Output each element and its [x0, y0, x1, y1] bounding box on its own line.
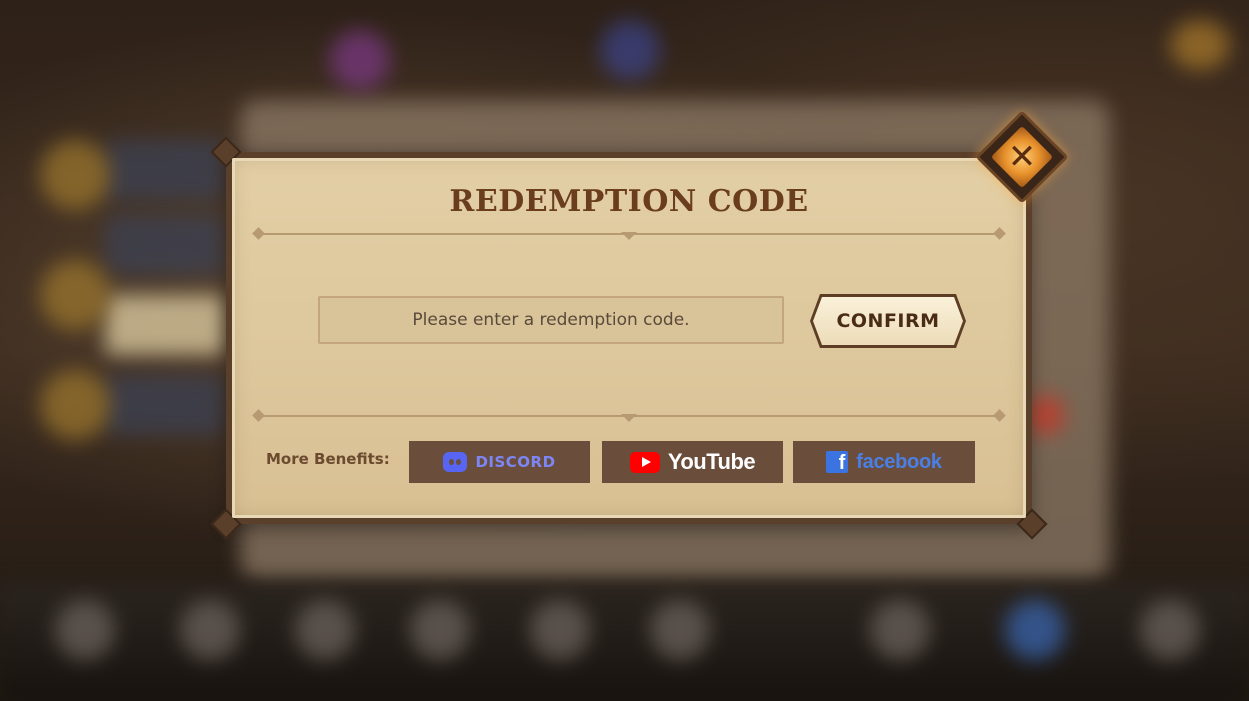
youtube-icon — [629, 451, 660, 473]
background-bottom-icon — [870, 600, 930, 660]
confirm-button[interactable]: CONFIRM — [810, 294, 966, 348]
benefits-divider — [258, 414, 1000, 422]
background-sidebar-item — [105, 140, 225, 200]
youtube-button[interactable]: YouTube — [602, 441, 783, 483]
background-bottom-icon — [650, 600, 710, 660]
background-sidebar-item — [105, 295, 225, 355]
background-orb — [40, 140, 110, 210]
background-orb — [40, 260, 110, 330]
facebook-label: facebook — [856, 450, 942, 473]
background-orb — [40, 370, 110, 440]
redemption-code-input[interactable] — [318, 296, 784, 344]
background-bottom-icon — [1140, 600, 1200, 660]
background-sidebar-item — [105, 375, 225, 435]
background-orb — [1170, 20, 1230, 70]
youtube-label: YouTube — [667, 449, 756, 474]
discord-label: DISCORD — [475, 453, 556, 471]
dialog-body: REDEMPTION CODE CONFIRM More Benefits: D… — [232, 158, 1026, 518]
redemption-code-dialog: REDEMPTION CODE CONFIRM More Benefits: D… — [210, 136, 1048, 540]
background-bottom-icon — [410, 600, 470, 660]
background-orb — [600, 20, 660, 80]
facebook-icon: f — [826, 451, 849, 473]
discord-button[interactable]: DISCORD — [409, 441, 590, 483]
close-button-glow — [990, 125, 1054, 189]
background-bottom-icon — [295, 600, 355, 660]
background-sidebar-item — [105, 215, 225, 275]
background-bottom-icon — [1005, 600, 1065, 660]
discord-icon — [443, 452, 468, 472]
background-bottom-icon — [180, 600, 240, 660]
background-bottom-icon — [530, 600, 590, 660]
more-benefits-label: More Benefits: — [266, 450, 390, 468]
background-orb — [330, 30, 390, 90]
confirm-button-label: CONFIRM — [813, 297, 963, 345]
title-divider — [258, 232, 1000, 240]
background-bottom-icon — [55, 600, 115, 660]
dialog-title: REDEMPTION CODE — [449, 184, 809, 219]
facebook-button[interactable]: f facebook — [793, 441, 975, 483]
